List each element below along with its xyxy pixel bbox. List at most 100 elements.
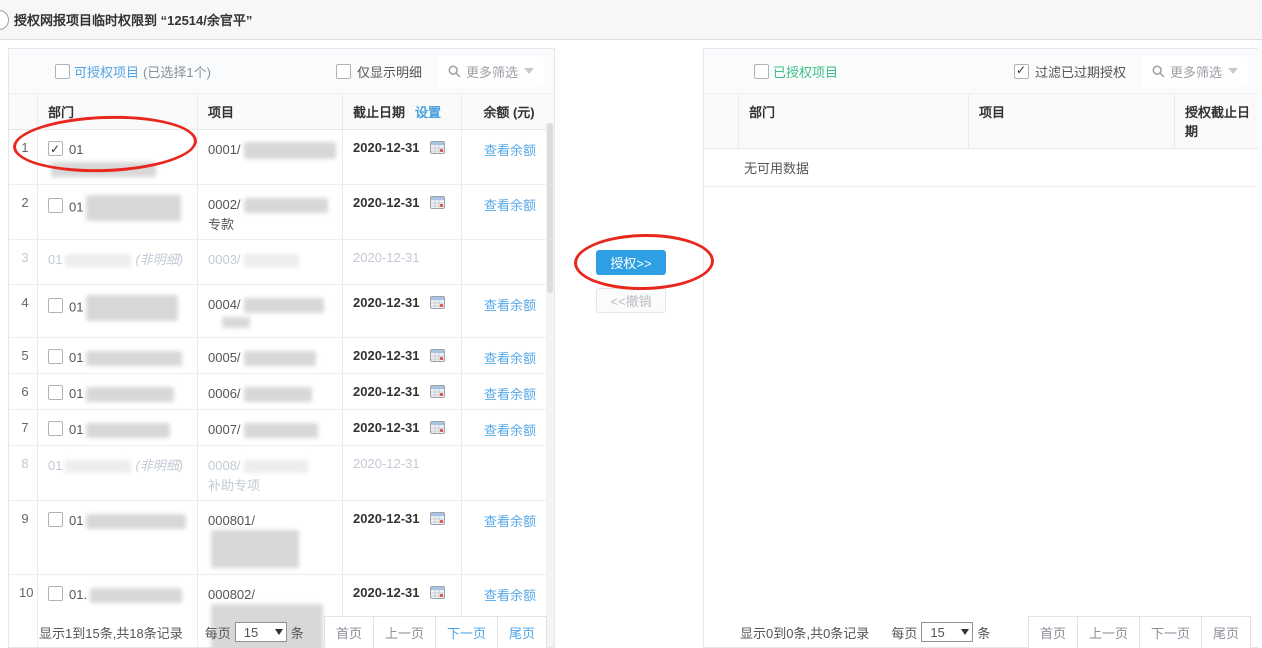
calendar-icon[interactable] bbox=[430, 384, 445, 398]
calendar-icon[interactable] bbox=[430, 420, 445, 434]
pager-button[interactable]: 下一页 bbox=[1139, 616, 1202, 648]
view-balance-link[interactable]: 查看余额 bbox=[484, 387, 536, 402]
more-filters-dropdown[interactable]: 更多筛选 bbox=[438, 56, 544, 87]
filter-expired-toggle[interactable]: 过滤已过期授权 bbox=[1014, 62, 1126, 81]
project-code: 0005/ bbox=[208, 350, 241, 365]
calendar-icon[interactable] bbox=[430, 295, 445, 309]
deadline-cell: 2020-12-31 bbox=[342, 185, 461, 239]
dept-text: 01 bbox=[69, 513, 83, 528]
authorized-panel-title: 已授权项目 bbox=[773, 62, 838, 81]
authorize-button[interactable]: 授权>> bbox=[596, 250, 666, 275]
dept-text: 01 bbox=[69, 142, 83, 157]
project-code: 0001/ bbox=[208, 142, 241, 157]
row-index: 4 bbox=[9, 285, 37, 337]
project-extra: 专款 bbox=[208, 214, 336, 233]
filter-expired-checkbox[interactable] bbox=[1014, 64, 1029, 79]
more-filters-dropdown[interactable]: 更多筛选 bbox=[1142, 56, 1248, 87]
row-checkbox[interactable] bbox=[48, 512, 63, 527]
row-checkbox[interactable] bbox=[48, 421, 63, 436]
redacted-text bbox=[244, 198, 328, 213]
redacted-text bbox=[244, 298, 324, 313]
project-code: 0004/ bbox=[208, 297, 241, 312]
calendar-icon[interactable] bbox=[430, 348, 445, 362]
per-page-select[interactable]: 15 bbox=[921, 622, 973, 642]
pager-button[interactable]: 尾页 bbox=[1201, 616, 1251, 648]
calendar-icon[interactable] bbox=[430, 511, 445, 525]
revoke-button[interactable]: <<撤销 bbox=[596, 288, 666, 313]
dept-cell: 01 bbox=[37, 130, 197, 184]
row-checkbox[interactable] bbox=[48, 586, 63, 601]
row-checkbox[interactable] bbox=[48, 141, 63, 156]
view-balance-link[interactable]: 查看余额 bbox=[484, 198, 536, 213]
col-deadline: 截止日期设置 bbox=[342, 94, 461, 129]
deadline-date: 2020-12-31 bbox=[353, 420, 420, 435]
redacted-text bbox=[90, 588, 182, 603]
calendar-icon[interactable] bbox=[430, 585, 445, 599]
chevron-down-icon bbox=[275, 629, 283, 635]
scrollbar-thumb[interactable] bbox=[547, 123, 553, 293]
redacted-text bbox=[244, 423, 318, 438]
project-cell: 0003/ bbox=[197, 240, 342, 284]
only-detail-toggle[interactable]: 仅显示明细 bbox=[336, 62, 422, 81]
col-project: 项目 bbox=[197, 94, 342, 129]
dept-text: 01 bbox=[69, 299, 83, 314]
dept-cell: 01 bbox=[37, 374, 197, 409]
select-all-authorized[interactable]: 已授权项目 bbox=[754, 62, 838, 81]
available-projects-panel: 可授权项目 (已选择1个) 仅显示明细 更多筛选 bbox=[8, 48, 555, 648]
select-all-checkbox[interactable] bbox=[55, 64, 70, 79]
redacted-text bbox=[86, 387, 174, 402]
deadline-date: 2020-12-31 bbox=[353, 140, 420, 155]
deadline-date: 2020-12-31 bbox=[353, 585, 420, 600]
row-checkbox[interactable] bbox=[48, 349, 63, 364]
table-row: 4010004/2020-12-31查看余额 bbox=[9, 285, 554, 338]
table-row: 2010002/专款2020-12-31查看余额 bbox=[9, 185, 554, 240]
scrollbar[interactable] bbox=[546, 123, 554, 647]
row-checkbox[interactable] bbox=[48, 385, 63, 400]
view-balance-link[interactable]: 查看余额 bbox=[484, 298, 536, 313]
col-balance: 余额 (元) bbox=[461, 94, 554, 129]
page: 授权网报项目临时权限到 “12514/余官平” 可授权项目 (已选择1个) 仅显… bbox=[0, 0, 1262, 648]
pager-button[interactable]: 上一页 bbox=[1077, 616, 1140, 648]
view-balance-link[interactable]: 查看余额 bbox=[484, 514, 536, 529]
pager: 首页上一页下一页尾页 bbox=[1029, 616, 1251, 648]
calendar-icon[interactable] bbox=[430, 140, 445, 154]
dept-cell: 01 bbox=[37, 285, 197, 337]
project-code: 0002/ bbox=[208, 197, 241, 212]
records-info: 显示1到15条,共18条记录 bbox=[39, 623, 183, 642]
redacted-text bbox=[65, 254, 131, 267]
project-cell: 0006/ bbox=[197, 374, 342, 409]
balance-cell bbox=[461, 446, 554, 500]
pager: 首页上一页下一页尾页 bbox=[325, 616, 547, 648]
row-checkbox[interactable] bbox=[48, 198, 63, 213]
project-cell: 0004/ bbox=[197, 285, 342, 337]
deadline-date: 2020-12-31 bbox=[353, 384, 420, 399]
project-cell: 0002/专款 bbox=[197, 185, 342, 239]
project-code: 0003/ bbox=[208, 252, 241, 267]
only-detail-checkbox[interactable] bbox=[336, 64, 351, 79]
balance-cell: 查看余额 bbox=[461, 285, 554, 337]
row-checkbox[interactable] bbox=[48, 298, 63, 313]
deadline-cell: 2020-12-31 bbox=[342, 338, 461, 373]
project-code: 000801/ bbox=[208, 513, 255, 528]
row-index: 9 bbox=[9, 501, 37, 574]
set-deadline-link[interactable]: 设置 bbox=[415, 105, 441, 120]
deadline-date: 2020-12-31 bbox=[353, 511, 420, 526]
deadline-date: 2020-12-31 bbox=[353, 456, 420, 471]
per-page-select[interactable]: 15 bbox=[235, 622, 287, 642]
table-row: 9 01 000801/2020-12-31 查看余额 bbox=[9, 501, 554, 575]
pager-button[interactable]: 尾页 bbox=[497, 616, 547, 648]
view-balance-link[interactable]: 查看余额 bbox=[484, 423, 536, 438]
pager-button[interactable]: 首页 bbox=[324, 616, 374, 648]
pager-button[interactable]: 首页 bbox=[1028, 616, 1078, 648]
view-balance-link[interactable]: 查看余额 bbox=[484, 143, 536, 158]
select-all-available[interactable]: 可授权项目 (已选择1个) bbox=[55, 62, 211, 81]
pager-button[interactable]: 上一页 bbox=[373, 616, 436, 648]
calendar-icon[interactable] bbox=[430, 195, 445, 209]
row-index: 3 bbox=[9, 240, 37, 284]
view-balance-link[interactable]: 查看余额 bbox=[484, 351, 536, 366]
view-balance-link[interactable]: 查看余额 bbox=[484, 588, 536, 603]
dept-text: 01 bbox=[69, 199, 83, 214]
authorized-select-all-checkbox[interactable] bbox=[754, 64, 769, 79]
pager-button[interactable]: 下一页 bbox=[435, 616, 498, 648]
redacted-text bbox=[244, 142, 336, 159]
